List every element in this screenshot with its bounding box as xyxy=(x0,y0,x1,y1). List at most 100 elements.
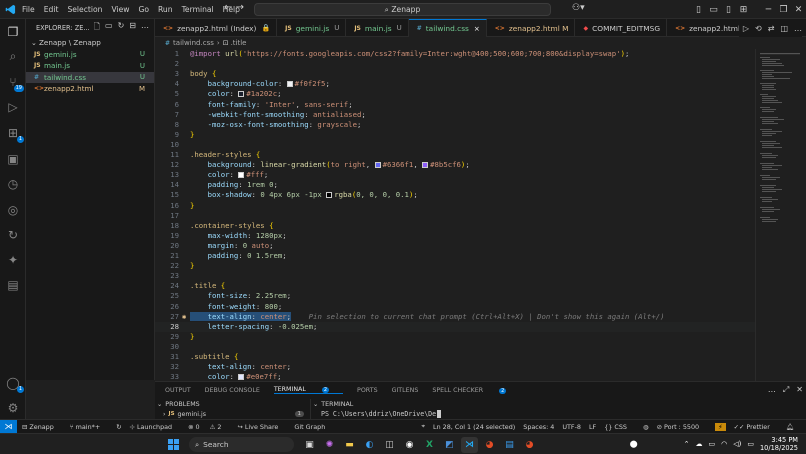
windows-start-icon[interactable] xyxy=(165,437,182,453)
gitlens-icon[interactable]: ◎ xyxy=(5,202,21,218)
tab-tailwind[interactable]: # tailwind.css × xyxy=(408,19,487,37)
history-icon[interactable]: ⟲ xyxy=(755,24,762,33)
tab-main[interactable]: JS main.js U xyxy=(346,19,409,37)
globe-icon[interactable]: ◍ xyxy=(643,423,649,431)
status-branch-icon[interactable]: ⊟ Zenapp xyxy=(22,423,62,431)
terminal-section[interactable]: ⌄ TERMINAL PS C:\Users\ddriz\OneDrive\De xyxy=(310,399,806,419)
forward-arrow-icon[interactable]: → xyxy=(236,2,244,13)
github-icon[interactable]: ◉ xyxy=(401,437,418,453)
chevron-up-icon[interactable]: ⌃ xyxy=(684,440,690,448)
maximize-icon[interactable]: ❐ xyxy=(776,5,791,15)
tab-gemini[interactable]: JS gemini.js U xyxy=(277,19,347,37)
file-explorer-icon[interactable]: ▬ xyxy=(341,437,358,453)
problems-header[interactable]: ⌄ PROBLEMS xyxy=(155,399,310,409)
more-actions-icon[interactable]: … xyxy=(141,21,149,35)
account-icon[interactable]: ◯ 1 xyxy=(5,375,24,393)
status-port[interactable]: ⊘ Port : 5500 xyxy=(657,423,708,431)
battery-icon[interactable]: ▭ xyxy=(747,440,754,448)
tab-terminal[interactable]: TERMINAL 2 xyxy=(273,386,344,394)
command-center-search[interactable]: ⌕ Zenapp xyxy=(254,3,551,16)
toggle-sidebar-icon[interactable]: ▯ xyxy=(691,5,706,15)
status-git-graph[interactable]: Git Graph xyxy=(294,423,325,431)
tab-commit-editmsg[interactable]: ◆ COMMIT_EDITMSG xyxy=(575,19,668,37)
more-actions-icon[interactable]: … xyxy=(794,24,802,33)
sync-icon[interactable]: ↻ xyxy=(116,423,121,431)
status-git-branch[interactable]: ⑂ main*+ xyxy=(70,423,108,431)
copilot-app-icon[interactable]: ✺ xyxy=(321,437,338,453)
tab-output[interactable]: OUTPUT xyxy=(165,387,191,394)
status-prettier[interactable]: ✓✓ Prettier xyxy=(734,423,778,431)
search-view-icon[interactable]: ⌕ xyxy=(5,48,21,64)
status-problems[interactable]: ⊗ 0 ⚠ 2 xyxy=(188,423,229,431)
excel-icon[interactable]: X xyxy=(421,437,438,453)
menu-go[interactable]: Go xyxy=(138,5,149,14)
settings-gear-icon[interactable]: ⚙ xyxy=(5,400,21,416)
compare-icon[interactable]: ⇄ xyxy=(768,24,775,33)
live-share-icon[interactable]: ↻ xyxy=(5,227,21,243)
volume-icon[interactable]: ◁) xyxy=(733,440,741,448)
tray-app-icon[interactable]: ⬤ xyxy=(630,440,638,448)
folder-root[interactable]: ⌄ Zenapp \ Zenapp xyxy=(26,37,154,49)
maximize-panel-icon[interactable]: ⤢ xyxy=(783,385,789,395)
back-arrow-icon[interactable]: ← xyxy=(224,2,232,13)
display-icon[interactable]: ▭ xyxy=(709,440,716,448)
status-live-share[interactable]: ↪ Live Share xyxy=(237,423,286,431)
status-encoding[interactable]: UTF-8 xyxy=(562,423,581,431)
split-editor-icon[interactable]: ◫ xyxy=(780,24,788,33)
tab-gitlens[interactable]: GITLENS xyxy=(392,387,419,394)
folder-icon[interactable]: ▤ xyxy=(5,277,21,293)
status-position[interactable]: Ln 28, Col 1 (24 selected) xyxy=(433,423,515,431)
edge-icon[interactable]: ◐ xyxy=(361,437,378,453)
run-debug-icon[interactable]: ▷ xyxy=(5,99,21,115)
menu-file[interactable]: File xyxy=(22,5,35,14)
copilot-warning-icon[interactable]: ⚡ xyxy=(715,422,726,431)
lightbulb-icon[interactable]: ✱ xyxy=(182,312,186,322)
chrome-alt-icon[interactable]: ◕ xyxy=(521,437,538,453)
file-item-zenapp2[interactable]: <> zenapp2.html M xyxy=(26,83,154,95)
refresh-icon[interactable]: ↻ xyxy=(118,21,125,35)
store-icon[interactable]: ◫ xyxy=(381,437,398,453)
status-spaces[interactable]: Spaces: 4 xyxy=(523,423,554,431)
collapse-all-icon[interactable]: ⊟ xyxy=(129,21,136,35)
timeline-icon[interactable]: ◷ xyxy=(5,176,21,192)
menu-edit[interactable]: Edit xyxy=(44,5,59,14)
source-control-icon[interactable]: ⑂ 19 xyxy=(5,74,24,92)
close-tab-icon[interactable]: × xyxy=(474,25,480,33)
status-eol[interactable]: LF xyxy=(589,423,596,431)
copilot-chat-icon[interactable]: ✦ xyxy=(5,252,21,268)
file-item-gemini[interactable]: JS gemini.js U xyxy=(26,49,154,61)
tab-spell-checker[interactable]: SPELL CHECKER 2 xyxy=(432,387,520,394)
toggle-secondary-icon[interactable]: ▯ xyxy=(721,5,736,15)
tab-debug-console[interactable]: DEBUG CONSOLE xyxy=(205,387,260,394)
task-view-icon[interactable]: ▣ xyxy=(301,437,318,453)
code-editor[interactable]: 1 @import url('https://fonts.googleapis.c… xyxy=(155,49,755,381)
wifi-icon[interactable]: ◠ xyxy=(721,440,727,448)
minimize-icon[interactable]: ─ xyxy=(761,5,776,15)
copilot-icon[interactable]: ⚇▾ xyxy=(572,3,585,13)
taskbar-search[interactable]: ⌕ Search xyxy=(189,437,294,452)
tab-zenapp2-index[interactable]: <> zenapp2.html (Index) 🔒 xyxy=(155,19,278,37)
breadcrumb-symbol[interactable]: .title xyxy=(231,39,247,47)
toggle-panel-icon[interactable]: ▭ xyxy=(706,5,721,15)
close-panel-icon[interactable]: ✕ xyxy=(796,385,803,395)
pin-icon[interactable]: ⌖ xyxy=(421,422,425,431)
clock[interactable]: 3:45 PM 10/18/2025 xyxy=(760,436,798,452)
breadcrumb-file[interactable]: tailwind.css xyxy=(173,39,214,47)
app-icon[interactable]: ◩ xyxy=(441,437,458,453)
notifications-icon[interactable]: 🔔︎ xyxy=(786,423,794,431)
minimap[interactable] xyxy=(755,49,806,381)
menu-run[interactable]: Run xyxy=(158,5,173,14)
new-file-icon[interactable]: 🗋 xyxy=(94,21,100,35)
menu-selection[interactable]: Selection xyxy=(67,5,102,14)
menu-view[interactable]: View xyxy=(111,5,129,14)
file-item-tailwind[interactable]: # tailwind.css U xyxy=(26,71,154,83)
remote-explorer-icon[interactable]: ▣ xyxy=(5,151,21,167)
layout-icon[interactable]: ⊞ xyxy=(736,5,751,15)
vscode-taskbar-icon[interactable]: ⋊ xyxy=(461,436,478,453)
onedrive-icon[interactable]: ☁ xyxy=(696,440,703,448)
file-item-main[interactable]: JS main.js U xyxy=(26,60,154,72)
run-icon[interactable]: ▷ xyxy=(743,24,749,33)
extensions-icon[interactable]: ⊞ 1 xyxy=(5,125,24,143)
remote-icon[interactable]: ⋊ xyxy=(0,420,17,433)
menu-terminal[interactable]: Terminal xyxy=(182,5,214,14)
